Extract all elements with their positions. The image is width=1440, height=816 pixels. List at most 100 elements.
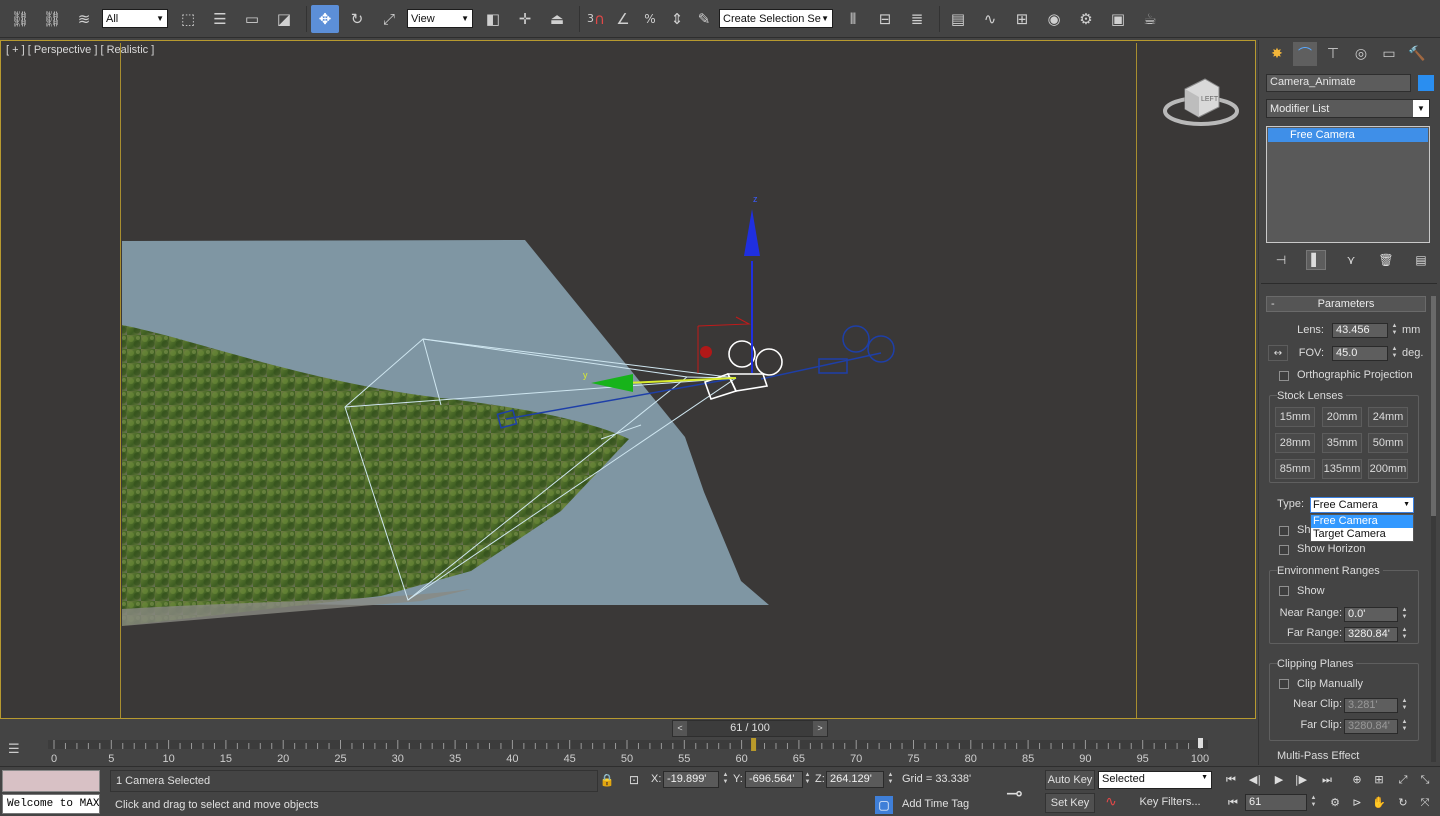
show-end-result-icon[interactable]: ▌ [1306,250,1326,270]
current-frame-field[interactable]: 61 [1245,794,1307,811]
named-selection-dropdown[interactable]: Create Selection Se ▼ [719,9,833,28]
render-setup-icon[interactable]: ⚙ [1072,5,1100,33]
parameters-rollout-header[interactable]: - Parameters [1266,296,1426,312]
prev-frame-arrow-icon[interactable]: < [673,721,687,736]
time-config-icon[interactable]: ⚙ [1324,794,1346,812]
lens-15mm-button[interactable]: 15mm [1275,407,1315,427]
mirror-icon[interactable]: ⫴ [839,5,867,33]
absolute-mode-icon[interactable]: ⊡ [625,771,643,789]
configure-sets-icon[interactable]: ▤ [1411,250,1431,270]
create-icon[interactable]: ✸ [1265,42,1289,66]
unlink-icon[interactable]: ⛓ [38,5,66,33]
orbit-icon[interactable]: ↻ [1392,794,1414,812]
selection-filter-dropdown[interactable]: All ▼ [102,9,168,28]
rendered-frame-icon[interactable]: ▣ [1104,5,1132,33]
snap-toggle-icon[interactable]: 3 ∩ [584,5,608,33]
auto-key-button[interactable]: Auto Key [1045,770,1095,790]
near-clip-arrows[interactable]: ▲ ▼ [1400,698,1409,713]
percent-snap-icon[interactable]: % [638,5,662,33]
utilities-icon[interactable]: 🔨 [1405,42,1429,66]
make-unique-icon[interactable]: ⋎ [1341,250,1361,270]
lens-28mm-button[interactable]: 28mm [1275,433,1315,453]
lens-35mm-button[interactable]: 35mm [1322,433,1362,453]
lens-24mm-button[interactable]: 24mm [1368,407,1408,427]
far-clip-spinner[interactable]: 3280.84' [1344,719,1398,734]
layer-manager-icon[interactable]: ≣ [903,5,931,33]
align-icon[interactable]: ⊟ [871,5,899,33]
display-icon[interactable]: ▭ [1377,42,1401,66]
motion-icon[interactable]: ◎ [1349,42,1373,66]
lens-20mm-button[interactable]: 20mm [1322,407,1362,427]
edit-named-sel-icon[interactable]: ✎ [692,5,716,33]
render-icon[interactable]: ☕ [1136,5,1164,33]
key-filters-button[interactable]: Key Filters... [1128,793,1212,813]
maxscript-listener-output[interactable]: Welcome to MAXScript. [2,794,100,814]
show-horizon-checkbox[interactable] [1279,545,1289,555]
near-clip-spinner[interactable]: 3.281' [1344,698,1398,713]
object-color-swatch[interactable] [1418,75,1434,91]
go-to-start-icon[interactable]: ⏮ [1220,771,1242,789]
modifier-stack[interactable]: Free Camera [1266,126,1430,243]
window-crossing-icon[interactable]: ◪ [270,5,298,33]
next-frame-icon[interactable]: |▶ [1290,771,1312,789]
select-by-name-icon[interactable]: ☰ [206,5,234,33]
zoom-icon[interactable]: ⊕ [1346,771,1368,789]
clip-manually-checkbox[interactable] [1279,679,1289,689]
use-pivot-icon[interactable]: ◧ [479,5,507,33]
rotate-icon[interactable]: ↻ [343,5,371,33]
zoom-extents-icon[interactable]: ⤢ [1392,771,1414,789]
key-mode-dropdown[interactable]: Selected ▼ [1098,771,1212,789]
time-tag-icon[interactable]: ▢ [875,796,893,814]
key-icon[interactable]: ⊸ [1006,781,1023,805]
env-show-checkbox[interactable] [1279,586,1289,596]
show-cone-checkbox[interactable] [1279,526,1289,536]
near-range-spinner[interactable]: 0.0' [1344,607,1398,622]
remove-modifier-icon[interactable]: 🗑 [1376,250,1396,270]
zoom-extents-all-icon[interactable]: ⤡ [1414,771,1436,789]
rect-region-icon[interactable]: ▭ [238,5,266,33]
selection-lock-icon[interactable]: 🔒 [598,771,616,789]
bind-spacewarp-icon[interactable]: ≋ [70,5,98,33]
time-slider[interactable]: < 61 / 100 > [672,720,828,737]
lens-spinner[interactable]: 43.456 [1332,323,1388,338]
scrollbar-thumb[interactable] [1431,296,1436,516]
track-strip[interactable] [48,740,1208,749]
maximize-viewport-icon[interactable]: ⤧ [1414,794,1436,812]
schematic-view-icon[interactable]: ⊞ [1008,5,1036,33]
key-mode-toggle-icon[interactable]: ⏮ [1222,794,1244,812]
maxscript-mini-listener[interactable] [2,770,100,792]
scale-icon[interactable]: ⤢ [375,5,403,33]
pin-stack-icon[interactable]: ⊣ [1271,250,1291,270]
previous-frame-icon[interactable]: ◀| [1244,771,1266,789]
perspective-viewport[interactable]: [ + ] [ Perspective ] [ Realistic ] z y … [0,40,1256,719]
set-key-button[interactable]: Set Key [1045,793,1095,813]
pan-view-icon[interactable]: ✋ [1368,794,1390,812]
far-range-spinner[interactable]: 3280.84' [1344,627,1398,642]
go-to-end-icon[interactable]: ⏭ [1316,771,1338,789]
command-panel-scrollbar[interactable] [1431,296,1436,762]
x-spinner-arrows[interactable]: ▲ ▼ [721,772,730,787]
current-frame-marker[interactable] [751,738,757,751]
far-range-arrows[interactable]: ▲ ▼ [1400,627,1409,642]
frame-spinner-arrows[interactable]: ▲ ▼ [1309,795,1318,810]
modify-icon[interactable]: ⌒ [1293,42,1317,66]
time-slider-label[interactable]: 61 / 100 [687,721,813,736]
play-icon[interactable]: ▶ [1268,771,1290,789]
modifier-list-dropdown[interactable]: Modifier List ▼ [1266,99,1430,118]
z-coord-field[interactable]: 264.129' [826,771,884,788]
next-frame-arrow-icon[interactable]: > [813,721,827,736]
zoom-all-icon[interactable]: ⊞ [1368,771,1390,789]
lens-50mm-button[interactable]: 50mm [1368,433,1408,453]
manipulate-icon[interactable]: ✛ [511,5,539,33]
link-icon[interactable]: ⛓ [6,5,34,33]
ref-coord-dropdown[interactable]: View ▼ [407,9,473,28]
add-time-tag[interactable]: Add Time Tag [902,798,969,810]
viewcube[interactable]: LEFT [1161,75,1241,131]
type-option-target-camera[interactable]: Target Camera [1311,528,1413,541]
lens-spinner-arrows[interactable]: ▲ ▼ [1390,323,1399,338]
type-option-free-camera[interactable]: Free Camera [1311,515,1413,528]
move-icon[interactable]: ✥ [311,4,339,33]
select-object-icon[interactable]: ⬚ [174,5,202,33]
stack-item-free-camera[interactable]: Free Camera [1268,128,1428,142]
object-name-field[interactable]: Camera_Animate [1266,74,1411,92]
